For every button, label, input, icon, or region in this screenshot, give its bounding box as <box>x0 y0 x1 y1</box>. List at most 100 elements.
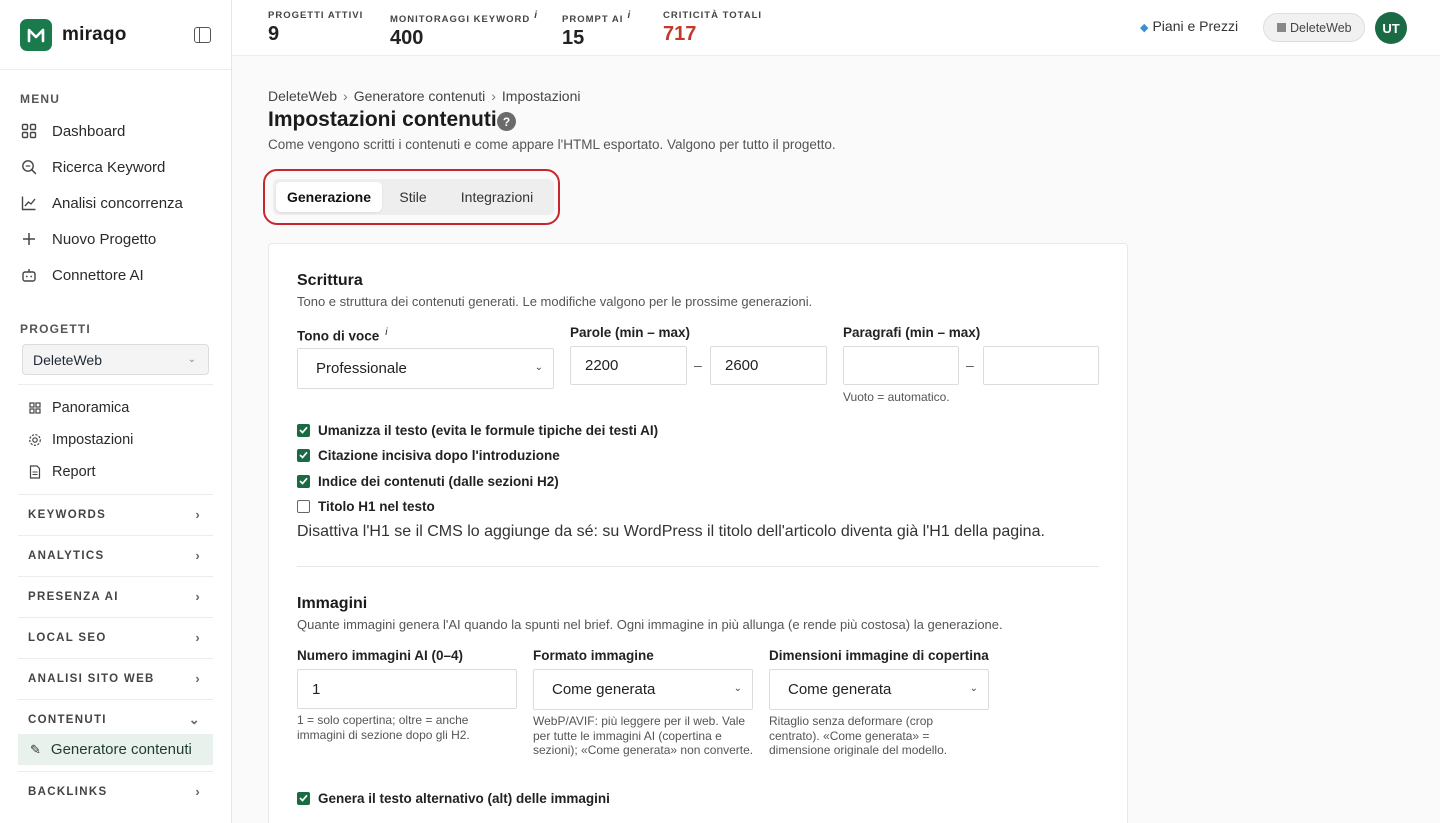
sidebar-item-connettore-ai[interactable]: Connettore AI <box>20 260 144 290</box>
group-label: KEYWORDS <box>28 508 107 521</box>
breadcrumb: DeleteWeb › Generatore contenuti › Impostazi… <box>268 88 580 104</box>
cover-size-select[interactable]: Come generata ⌄ <box>769 669 989 710</box>
grid-icon <box>20 122 38 140</box>
tone-select[interactable]: Professionale ⌄ <box>297 348 554 389</box>
sidebar-item-label: Nuovo Progetto <box>52 230 157 248</box>
image-format-value: Come generata <box>552 681 656 698</box>
sidebar-group-keywords[interactable]: KEYWORDS › <box>18 494 213 534</box>
building-icon <box>1277 23 1286 32</box>
sidebar-group-backlinks[interactable]: BACKLINKS › <box>18 771 213 811</box>
tone-label: Tono di voce i <box>297 327 388 344</box>
search-icon <box>20 158 38 176</box>
stat-value: 15 <box>562 27 585 50</box>
stat-progetti-attivi: PROGETTI ATTIVI 9 <box>268 10 363 46</box>
sidebar-item-label: Analisi concorrenza <box>52 194 183 212</box>
sidebar-divider <box>18 384 213 385</box>
stat-label: CRITICITÀ TOTALI <box>663 10 763 21</box>
stat-label: PROMPT AI i <box>562 10 632 26</box>
section-desc-immagini: Quante immagini genera l'AI quando la sp… <box>297 617 1003 632</box>
checkbox-label: Citazione incisiva dopo l'introduzione <box>318 447 560 463</box>
project-select-value: DeleteWeb <box>33 351 103 368</box>
image-format-select[interactable]: Come generata ⌄ <box>533 669 753 710</box>
sidebar-group-analisi-sito-web[interactable]: ANALISI SITO WEB › <box>18 658 213 698</box>
words-label: Parole (min – max) <box>570 325 691 340</box>
chevron-right-icon: › <box>195 784 201 799</box>
sidebar-item-label: Generatore contenuti <box>50 741 192 758</box>
chevron-down-icon: ⌄ <box>733 683 742 694</box>
checkbox-label: Indice dei contenuti (dalle sezioni H2) <box>318 473 559 489</box>
grid-icon <box>28 401 42 415</box>
page-subtitle: Come vengono scritti i contenuti e come … <box>268 137 836 152</box>
checkbox-checked-icon[interactable] <box>297 423 310 437</box>
sidebar-item-label: Connettore AI <box>52 266 144 284</box>
checkbox-indice[interactable]: Indice dei contenuti (dalle sezioni H2) <box>297 472 559 490</box>
paragraphs-max-input[interactable] <box>983 346 1099 385</box>
page-title: Impostazioni contenuti <box>268 108 497 131</box>
chevron-right-icon: › <box>195 671 201 686</box>
chevron-right-icon: › <box>195 589 201 604</box>
checkbox-umanizza[interactable]: Umanizza il testo (evita le formule tipi… <box>297 421 658 439</box>
cover-size-hint: Ritaglio senza deformare (crop centrato)… <box>769 714 948 757</box>
checkbox-citazione[interactable]: Citazione incisiva dopo l'introduzione <box>297 446 560 464</box>
image-count-hint: 1 = solo copertina; oltre = anche immagi… <box>297 713 470 742</box>
stat-prompt-ai: PROMPT AI i 15 <box>562 10 631 50</box>
stat-value: 400 <box>390 27 424 50</box>
stat-value: 717 <box>663 23 697 45</box>
sidebar-item-analisi-concorrenza[interactable]: Analisi concorrenza <box>20 188 183 218</box>
breadcrumb-item[interactable]: Generatore contenuti <box>354 88 486 104</box>
info-icon[interactable]: i <box>627 10 631 21</box>
gear-icon <box>28 433 42 447</box>
sidebar-item-label: Report <box>52 464 96 480</box>
checkbox-titolo-h1[interactable]: Titolo H1 nel testo <box>297 497 435 515</box>
tab-integrazioni[interactable]: Integrazioni <box>445 182 549 212</box>
sidebar-toggle-icon[interactable] <box>194 27 211 43</box>
checkbox-checked-icon[interactable] <box>297 474 310 488</box>
sidebar-item-ricerca-keyword[interactable]: Ricerca Keyword <box>20 152 165 182</box>
avatar[interactable]: UT <box>1375 12 1407 44</box>
stat-monitoraggi-keyword: MONITORAGGI KEYWORD i 400 <box>390 10 538 50</box>
breadcrumb-item: Impostazioni <box>501 88 581 104</box>
sidebar-group-local-seo[interactable]: LOCAL SEO › <box>18 617 213 657</box>
plans-link[interactable]: ◆ Piani e Prezzi <box>1140 18 1238 34</box>
words-min-input[interactable]: 2200 <box>570 346 687 385</box>
range-separator: – <box>966 357 974 373</box>
breadcrumb-item[interactable]: DeleteWeb <box>268 88 337 104</box>
sidebar-group-contenuti[interactable]: CONTENUTI ⌄ <box>18 699 213 739</box>
chevron-down-icon: ⌄ <box>969 683 978 694</box>
sidebar-group-presenza-ai[interactable]: PRESENZA AI › <box>18 576 213 616</box>
sidebar-item-report[interactable]: Report <box>28 459 96 485</box>
paragraphs-min-input[interactable] <box>843 346 959 385</box>
sidebar-item-generatore-contenuti[interactable]: ✎ Generatore contenuti <box>18 734 213 765</box>
checkbox-unchecked-icon[interactable] <box>297 499 310 513</box>
image-count-input[interactable]: 1 <box>297 669 517 709</box>
menu-section-label: MENU <box>20 92 61 106</box>
chevron-down-icon: ⌄ <box>534 362 543 373</box>
section-title-scrittura: Scrittura <box>297 272 363 289</box>
group-label: BACKLINKS <box>28 785 108 798</box>
sidebar-group-analytics[interactable]: ANALYTICS › <box>18 535 213 575</box>
tab-stile[interactable]: Stile <box>385 182 441 212</box>
project-select[interactable]: DeleteWeb ⌄ <box>22 344 209 375</box>
projects-section-label: PROGETTI <box>20 322 91 336</box>
sidebar-item-panoramica[interactable]: Panoramica <box>28 395 129 421</box>
workspace-chip[interactable]: DeleteWeb <box>1263 13 1365 42</box>
sidebar-item-label: Ricerca Keyword <box>52 158 166 176</box>
checkbox-alt-text[interactable]: Genera il testo alternativo (alt) delle … <box>297 789 610 807</box>
sidebar-item-nuovo-progetto[interactable]: Nuovo Progetto <box>20 224 156 254</box>
sidebar-item-impostazioni[interactable]: Impostazioni <box>28 427 133 453</box>
section-divider <box>297 566 1099 567</box>
words-max-input[interactable]: 2600 <box>710 346 827 385</box>
checkbox-checked-icon[interactable] <box>297 448 310 462</box>
info-icon[interactable]: i <box>385 327 387 338</box>
image-format-hint: WebP/AVIF: più leggere per il web. Vale … <box>533 714 754 757</box>
sidebar-item-dashboard[interactable]: Dashboard <box>20 116 125 146</box>
tab-generazione[interactable]: Generazione <box>276 182 382 212</box>
document-icon <box>28 465 42 479</box>
group-label: PRESENZA AI <box>28 590 119 603</box>
breadcrumb-separator: › <box>491 88 496 104</box>
help-icon[interactable]: ? <box>497 112 516 131</box>
paragraphs-label: Paragrafi (min – max) <box>843 325 981 340</box>
checkbox-checked-icon[interactable] <box>297 791 310 805</box>
info-icon[interactable]: i <box>534 10 538 21</box>
logo[interactable] <box>20 18 52 51</box>
